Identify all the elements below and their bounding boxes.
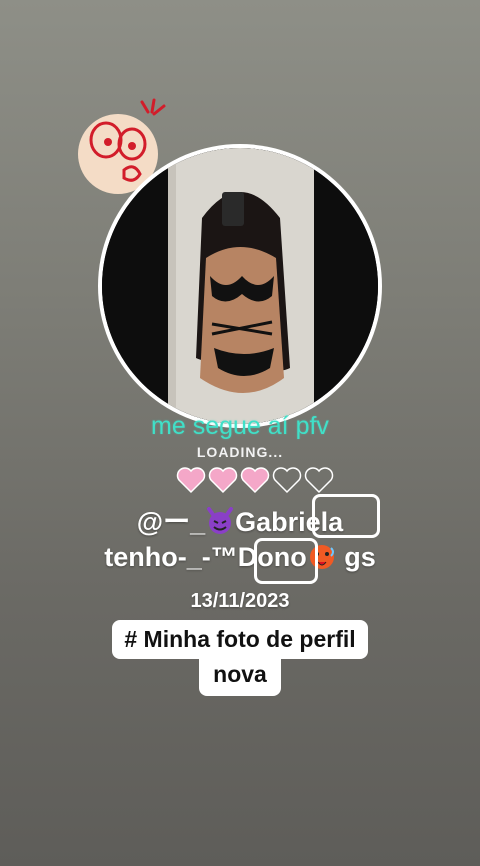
profile-avatar-frame[interactable]	[98, 144, 382, 428]
username-line[interactable]: @ー_ Gabriela	[0, 500, 480, 542]
avatar[interactable]	[102, 148, 378, 424]
caption-line1: # Minha foto de perfil	[112, 620, 368, 659]
heart-empty-icon	[304, 467, 334, 494]
profile-photo-icon	[102, 148, 378, 424]
hearts-progress	[176, 466, 334, 494]
bio-line: tenho-_-™Dono gs	[0, 542, 480, 577]
loading-label: LOADING...	[196, 444, 284, 460]
username-prefix: @ー_	[136, 507, 206, 537]
bio-suffix: gs	[336, 542, 376, 572]
bio-outline	[254, 538, 318, 584]
username-outline	[312, 494, 380, 538]
heart-filled-icon	[176, 467, 206, 494]
devil-face-icon	[205, 507, 235, 542]
headline-text: me segue aí pfv	[151, 412, 329, 440]
heart-filled-icon	[240, 467, 270, 494]
date-label: 13/11/2023	[190, 590, 290, 612]
heart-filled-icon	[208, 467, 238, 494]
heart-empty-icon	[272, 467, 302, 494]
caption-line2: nova	[199, 657, 281, 696]
caption[interactable]: # Minha foto de perfil nova	[0, 620, 480, 696]
bio-prefix: tenho-_-™D	[104, 542, 258, 572]
